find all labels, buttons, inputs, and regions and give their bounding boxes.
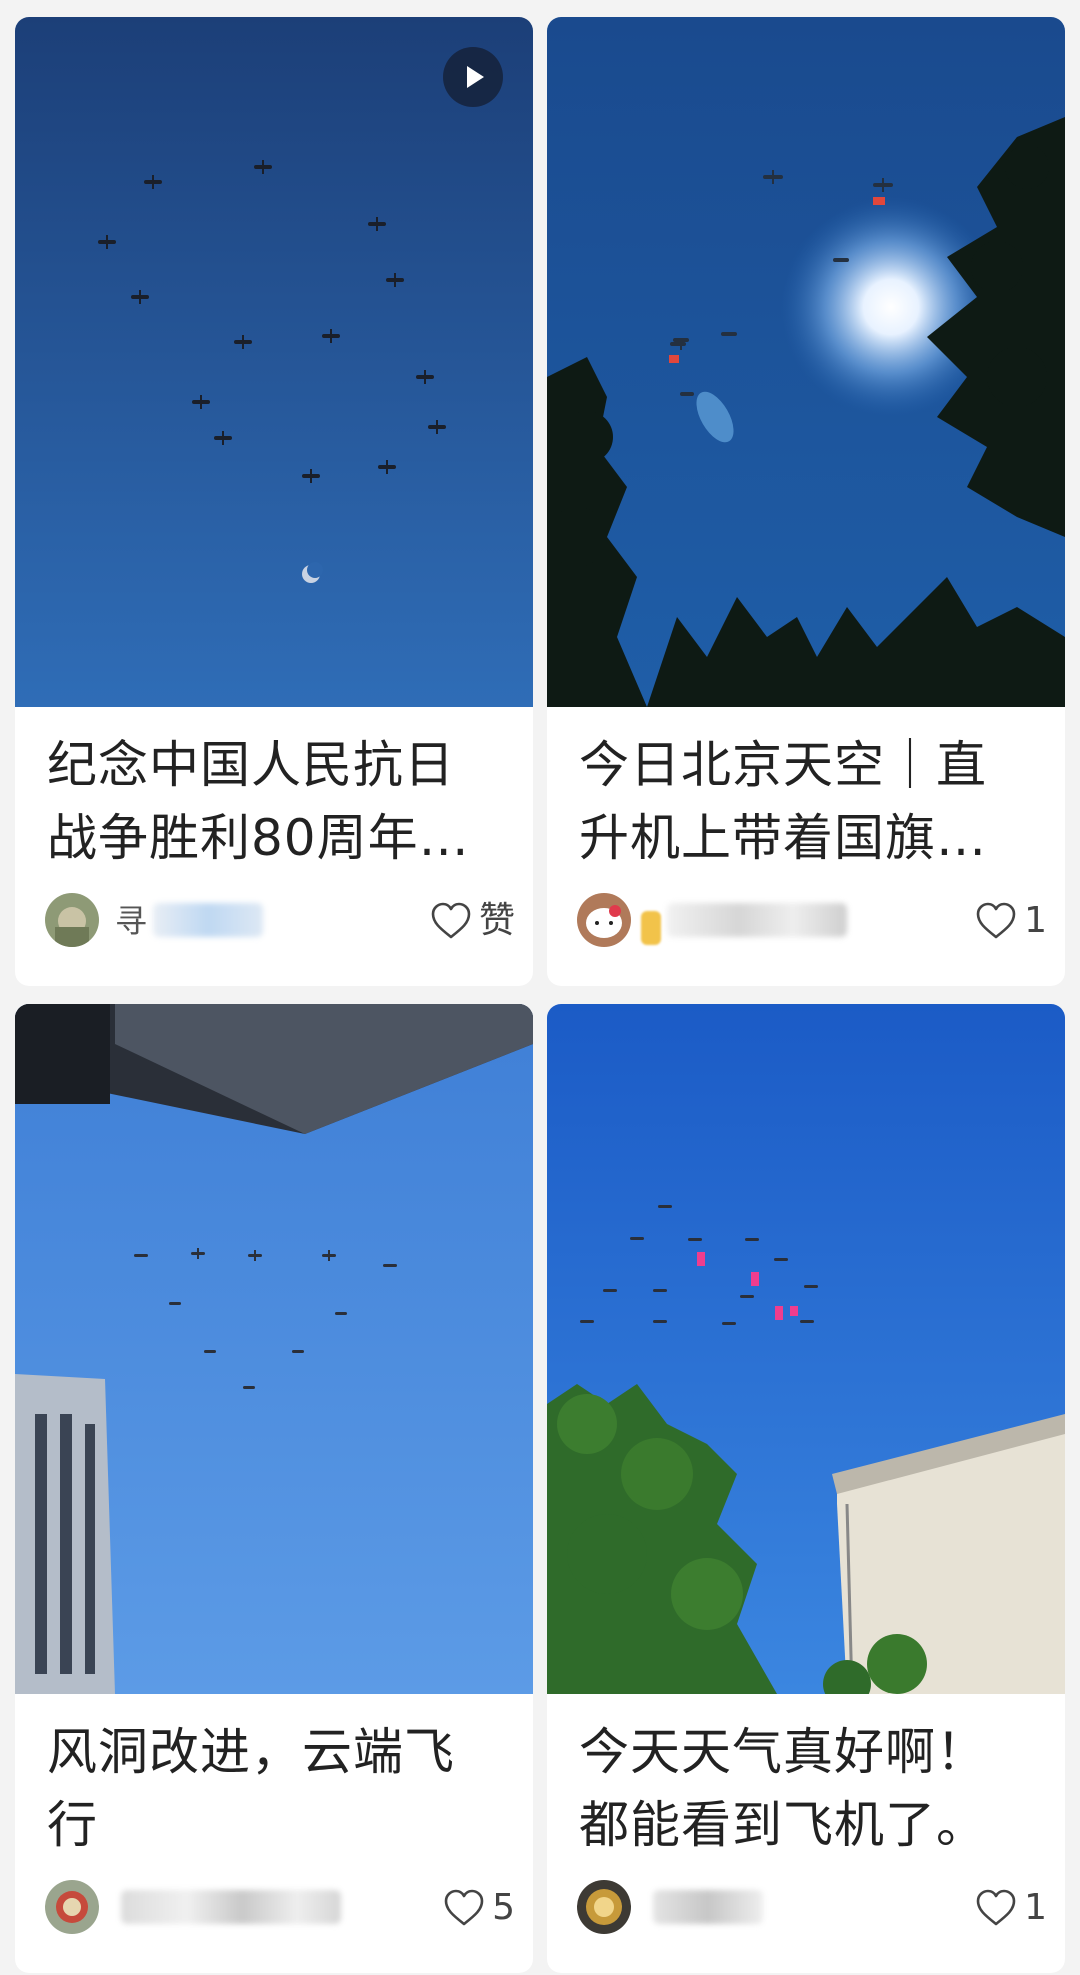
like-count: 赞	[478, 900, 515, 941]
card-cover-image[interactable]	[547, 17, 1065, 707]
card-title[interactable]: 纪念中国人民抗日 战争胜利80周年…	[47, 729, 507, 875]
card-meta: 寻 赞	[45, 893, 515, 949]
avatar[interactable]	[45, 1880, 99, 1934]
card-cover-image[interactable]	[15, 1004, 533, 1694]
author-name-redaction	[153, 903, 263, 937]
card-cover-image[interactable]	[15, 17, 533, 707]
card-title[interactable]: 今天天气真好啊！ 都能看到飞机了。	[579, 1716, 1039, 1862]
like-button[interactable]: 5	[442, 1884, 515, 1932]
feed-card[interactable]: 风洞改进，云端飞 行 5	[15, 1004, 533, 1973]
author-name[interactable]: 寻	[115, 901, 147, 941]
card-title-line: 今日北京天空｜直	[579, 736, 987, 794]
card-meta: 1	[577, 893, 1047, 949]
like-count: 1	[1024, 1887, 1047, 1928]
heart-outline-icon	[976, 902, 1016, 939]
like-button[interactable]: 1	[974, 897, 1047, 945]
author-name-redaction	[653, 1890, 763, 1924]
card-meta: 5	[45, 1880, 515, 1936]
play-icon[interactable]	[443, 47, 503, 107]
author-name-redaction	[121, 1890, 341, 1924]
like-count: 1	[1024, 900, 1047, 941]
avatar[interactable]	[577, 1880, 631, 1934]
like-button[interactable]: 1	[974, 1884, 1047, 1932]
card-title-line: 今天天气真好啊！	[579, 1723, 987, 1781]
feed-card[interactable]: 纪念中国人民抗日 战争胜利80周年… 寻 赞	[15, 17, 533, 986]
card-title-line: 风洞改进，云端飞	[47, 1723, 455, 1781]
card-title[interactable]: 风洞改进，云端飞 行	[47, 1716, 507, 1862]
feed-card[interactable]: 今天天气真好啊！ 都能看到飞机了。 1	[547, 1004, 1065, 1973]
like-count: 5	[492, 1887, 515, 1928]
card-title-line: 行	[47, 1796, 98, 1854]
card-title-line: 都能看到飞机了。	[579, 1796, 987, 1854]
card-cover-image[interactable]	[547, 1004, 1065, 1694]
card-title[interactable]: 今日北京天空｜直 升机上带着国旗…	[579, 729, 1039, 875]
author-badge-icon	[641, 911, 661, 945]
avatar[interactable]	[45, 893, 99, 947]
card-meta: 1	[577, 1880, 1047, 1936]
feed-card[interactable]: 今日北京天空｜直 升机上带着国旗… 1	[547, 17, 1065, 986]
card-title-line: 升机上带着国旗…	[579, 809, 987, 867]
author-name-redaction	[667, 903, 847, 937]
card-title-line: 战争胜利80周年…	[47, 809, 470, 867]
heart-outline-icon	[976, 1889, 1016, 1926]
card-title-line: 纪念中国人民抗日	[47, 736, 455, 794]
like-button[interactable]: 赞	[429, 897, 515, 945]
avatar[interactable]	[577, 893, 631, 947]
feed-grid: 纪念中国人民抗日 战争胜利80周年… 寻 赞 今日北京天空｜直 升机上带着国旗……	[0, 0, 1080, 1975]
heart-outline-icon	[431, 902, 471, 939]
heart-outline-icon	[444, 1889, 484, 1926]
